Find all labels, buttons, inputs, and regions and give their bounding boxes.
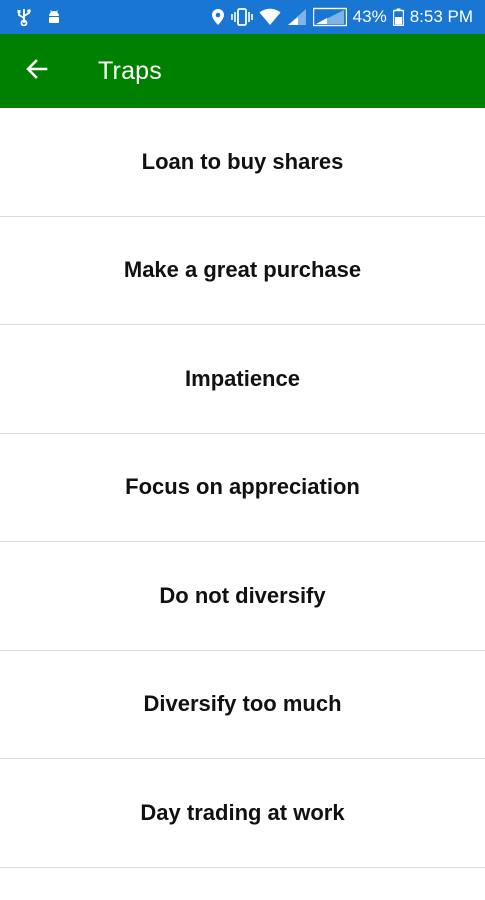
wifi-icon (259, 8, 281, 26)
list-item[interactable]: Loan to buy shares (0, 108, 485, 217)
status-notifications (16, 8, 62, 26)
page-title: Traps (98, 56, 162, 85)
list-item[interactable]: Make a great purchase (0, 217, 485, 325)
usb-icon (16, 8, 32, 26)
back-button[interactable] (0, 34, 74, 108)
list-item[interactable]: Day trading at work (0, 759, 485, 868)
battery-percent: 43% (352, 7, 387, 26)
android-icon (46, 9, 62, 25)
list-item[interactable]: Impatience (0, 325, 485, 434)
status-indicators: 43% 8:53 PM (211, 7, 473, 27)
arrow-back-icon (25, 57, 49, 86)
location-icon (211, 8, 225, 26)
signal-icon (287, 8, 307, 26)
battery-icon (392, 8, 404, 26)
list-item[interactable]: Do not diversify (0, 542, 485, 651)
vibrate-icon (230, 8, 253, 26)
traps-list: Loan to buy shares Make a great purchase… (0, 108, 485, 868)
clock-time: 8:53 PM (409, 7, 473, 26)
app-bar: Traps (0, 34, 485, 108)
list-item[interactable]: Diversify too much (0, 651, 485, 759)
list-item[interactable]: Focus on appreciation (0, 434, 485, 542)
status-bar: 43% 8:53 PM (0, 0, 485, 34)
signal-sim2-icon (312, 7, 347, 27)
